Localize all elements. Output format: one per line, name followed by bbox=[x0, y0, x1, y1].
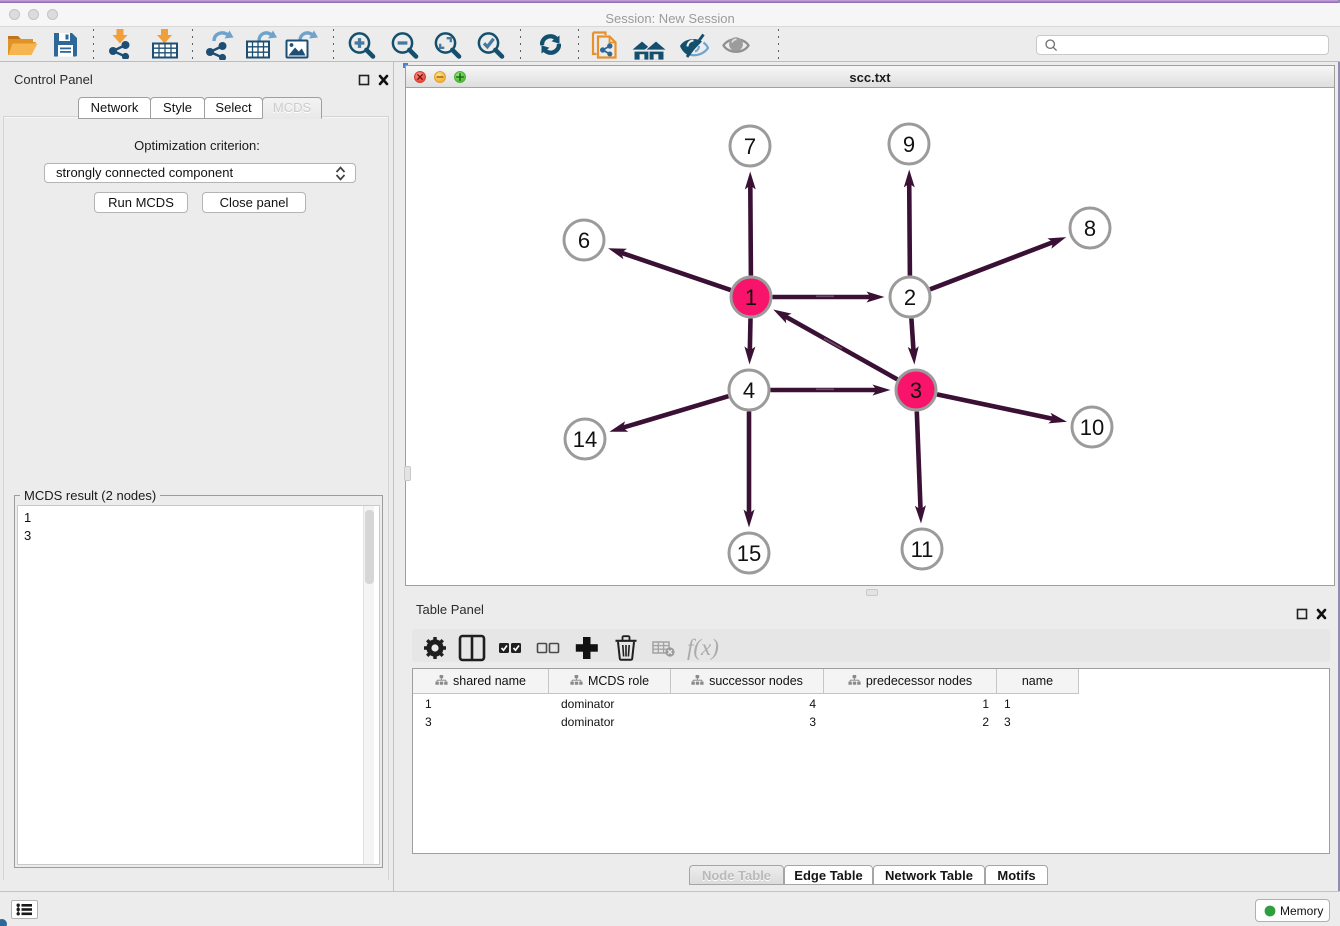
svg-text:7: 7 bbox=[744, 134, 756, 159]
svg-text:f(x): f(x) bbox=[687, 635, 719, 660]
svg-text:9: 9 bbox=[903, 132, 915, 157]
svg-text:1: 1 bbox=[745, 285, 757, 310]
svg-text:10: 10 bbox=[1080, 415, 1104, 440]
svg-text:15: 15 bbox=[737, 541, 761, 566]
svg-text:6: 6 bbox=[578, 228, 590, 253]
svg-text:4: 4 bbox=[743, 378, 755, 403]
svg-text:14: 14 bbox=[573, 427, 597, 452]
svg-text:3: 3 bbox=[910, 378, 922, 403]
svg-text:2: 2 bbox=[904, 285, 916, 310]
svg-text:11: 11 bbox=[911, 537, 934, 562]
svg-text:8: 8 bbox=[1084, 216, 1096, 241]
